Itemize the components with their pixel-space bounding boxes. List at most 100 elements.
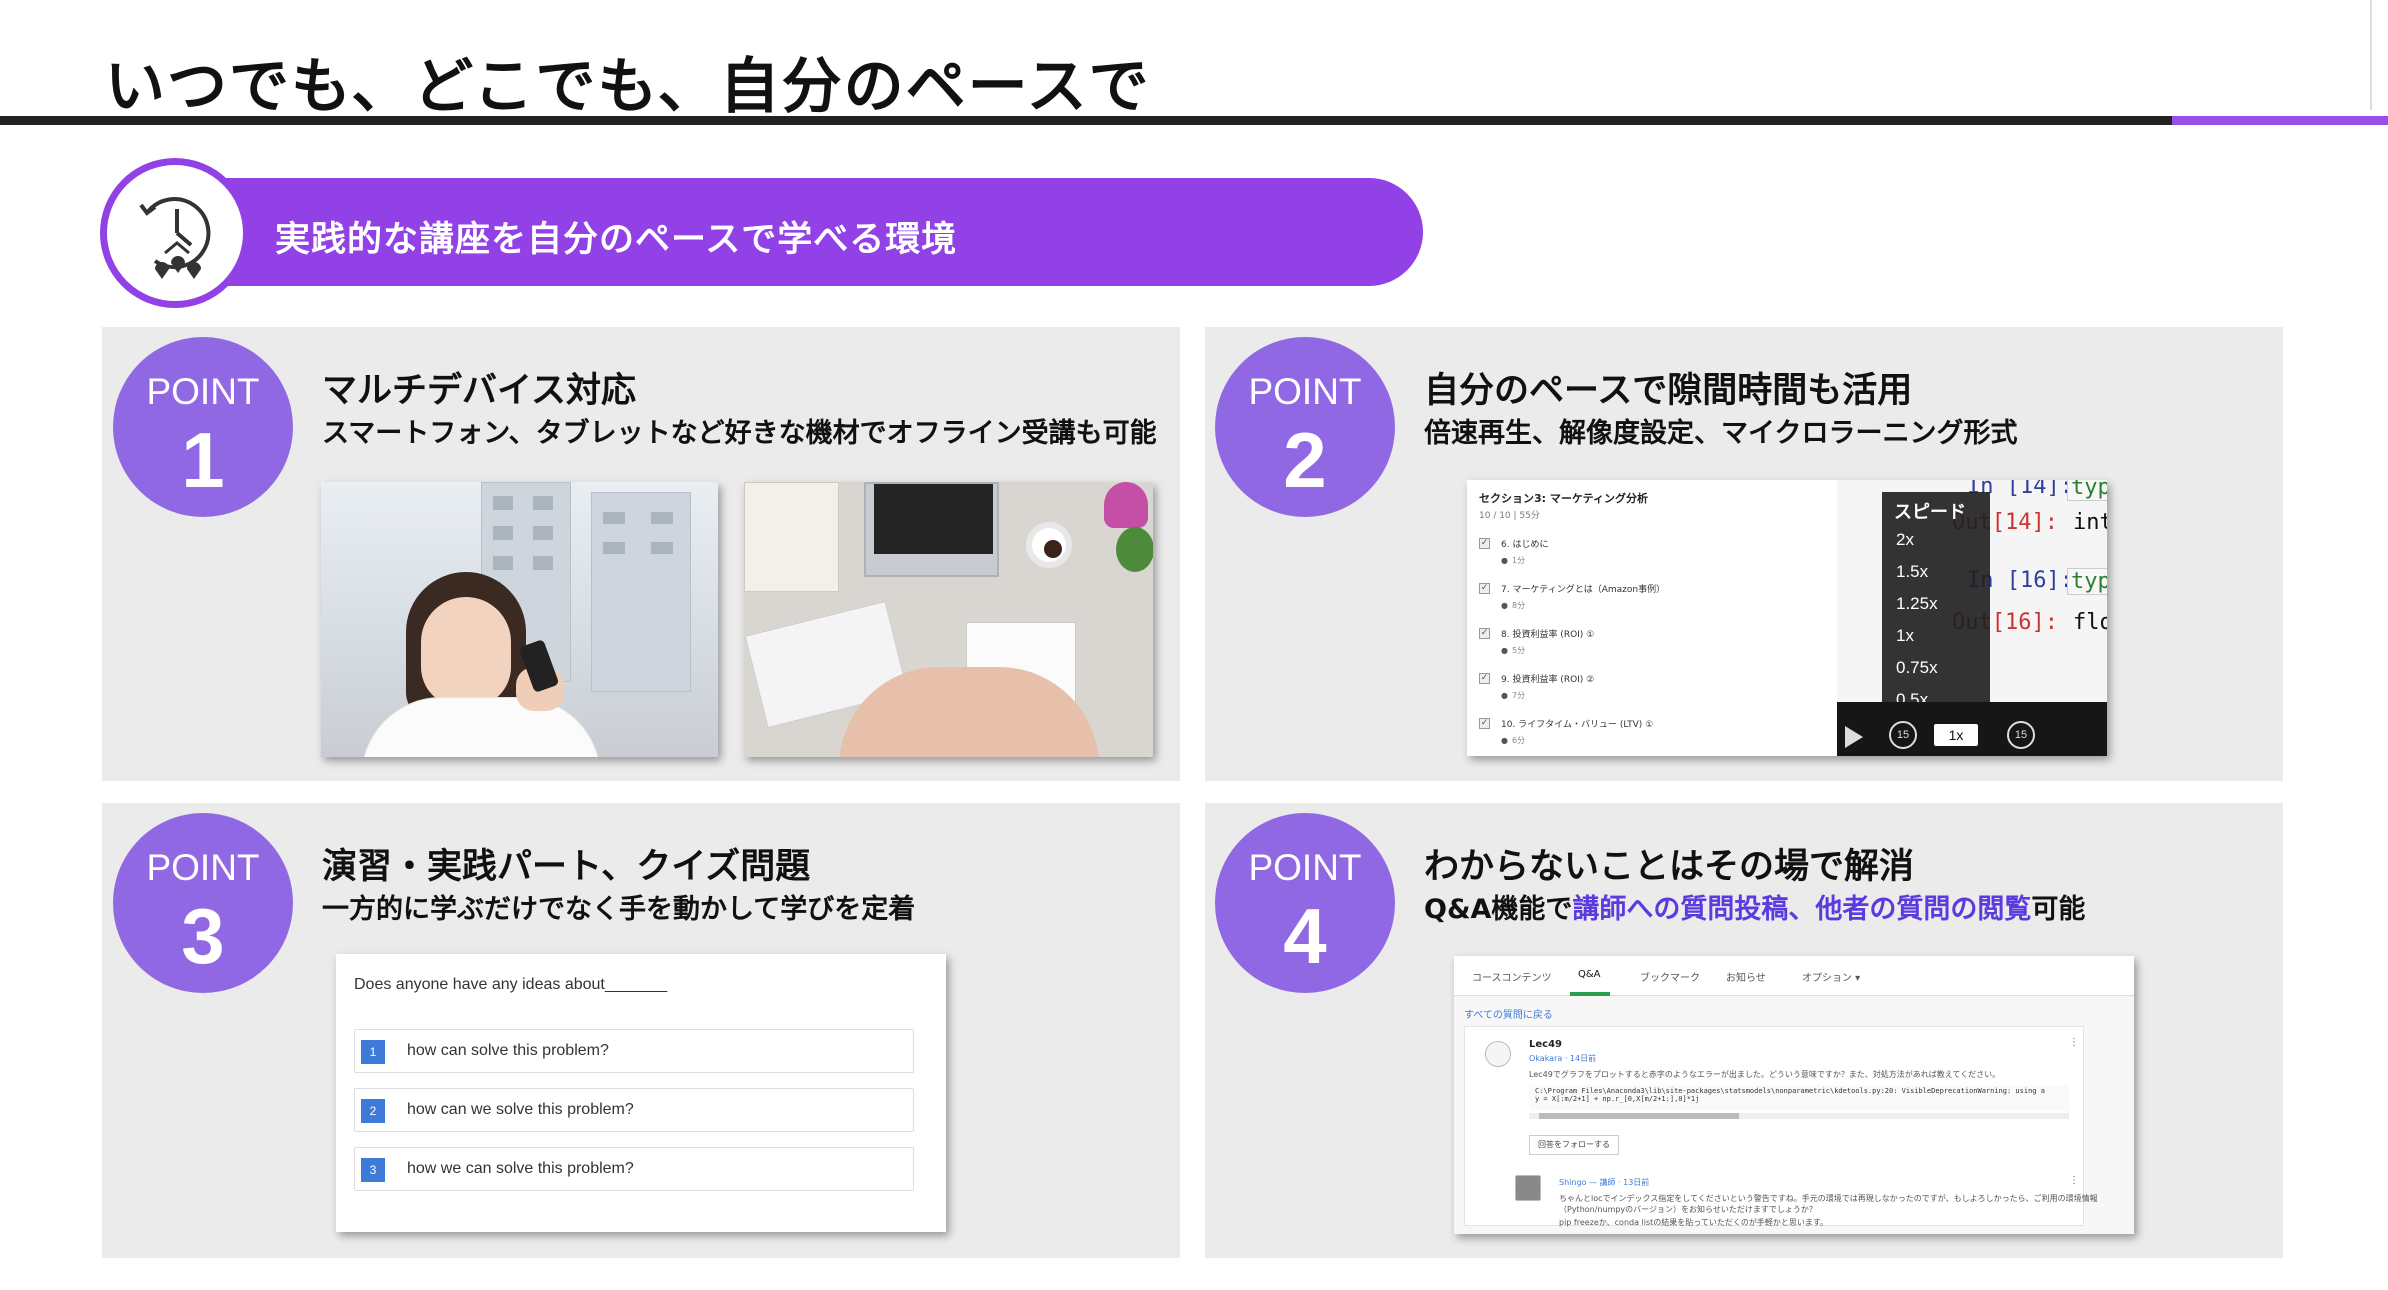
lecture-duration: 8分 xyxy=(1501,600,1525,611)
point-subtitle: Q&A機能で講師への質問投稿、他者の質問の閲覧可能 xyxy=(1424,887,2085,926)
forward-icon[interactable]: 15 xyxy=(2007,721,2035,749)
answer-body: pip freezeか、conda listの結果を貼っていただくのが手軽かと思… xyxy=(1559,1218,1829,1227)
title-divider xyxy=(0,116,2172,125)
lecture-duration: 1分 xyxy=(1501,555,1525,566)
lecture-label: 9. 投資利益率 (ROI) ② xyxy=(1501,675,1595,685)
answer-body: ちゃんとlocでインデックス指定をしてくださいという警告ですね。手元の環境では再… xyxy=(1559,1194,2098,1203)
lecture-item[interactable]: ✓ 6. はじめに 1分 xyxy=(1479,536,1829,578)
back-to-all-questions-link[interactable]: すべての質問に戻る xyxy=(1464,1006,1553,1021)
option-text: how we can solve this problem? xyxy=(407,1160,634,1177)
checkbox-icon[interactable]: ✓ xyxy=(1479,583,1490,594)
checkbox-icon[interactable]: ✓ xyxy=(1479,718,1490,729)
point-badge-3: POINT 3 xyxy=(113,813,293,993)
option-number: 3 xyxy=(361,1158,385,1182)
quiz-screenshot: Does anyone have any ideas about_______ … xyxy=(336,954,946,1232)
tab-bookmarks[interactable]: ブックマーク xyxy=(1640,969,1700,984)
more-options-icon[interactable]: ⋮ xyxy=(2069,1175,2079,1186)
horizontal-scrollbar[interactable] xyxy=(1529,1113,2069,1119)
subtitle-highlight: 講師への質問投稿、他者の質問の閲覧 xyxy=(1572,894,2032,925)
tab-qa[interactable]: Q&A xyxy=(1578,969,1601,980)
point-title: マルチデバイス対応 xyxy=(322,371,636,411)
speed-option[interactable]: 1.25x xyxy=(1896,594,1938,614)
speed-option[interactable]: 1.5x xyxy=(1896,562,1928,582)
quiz-option[interactable]: 2 how can we solve this problem? xyxy=(354,1088,914,1132)
lecture-duration: 5分 xyxy=(1501,645,1525,656)
avatar xyxy=(1485,1041,1511,1067)
checkbox-icon[interactable]: ✓ xyxy=(1479,538,1490,549)
question-body: Lec49でグラフをプロットすると赤字のようなエラーが出ました。どういう意味です… xyxy=(1529,1070,2001,1079)
point-number: 2 xyxy=(1283,416,1327,504)
lecture-label: 10. ライフタイム・バリュー (LTV) ① xyxy=(1501,720,1654,730)
option-text: how can we solve this problem? xyxy=(407,1101,634,1118)
quiz-option[interactable]: 1 how can solve this problem? xyxy=(354,1029,914,1073)
active-tab-indicator xyxy=(1570,992,1610,996)
option-number: 2 xyxy=(361,1099,385,1123)
point-badge-4: POINT 4 xyxy=(1215,813,1395,993)
point-badge-1: POINT 1 xyxy=(113,337,293,517)
point-badge-2: POINT 2 xyxy=(1215,337,1395,517)
tab-course-content[interactable]: コースコンテンツ xyxy=(1472,969,1552,984)
speed-option[interactable]: 2x xyxy=(1896,530,1914,550)
curriculum-list: セクション3: マーケティング分析 10 / 10 | 55分 ✓ 6. はじめ… xyxy=(1467,480,1837,756)
speed-option[interactable]: 0.75x xyxy=(1896,658,1938,678)
instructor-avatar xyxy=(1515,1175,1541,1201)
speed-menu-title: スピード xyxy=(1894,502,1966,523)
rewind-icon[interactable]: 15 xyxy=(1889,721,1917,749)
checkbox-icon[interactable]: ✓ xyxy=(1479,628,1490,639)
speed-option[interactable]: 1x xyxy=(1896,626,1914,646)
point-number: 3 xyxy=(181,892,225,980)
edge-line xyxy=(2370,0,2372,110)
subtitle-post: 可能 xyxy=(2031,894,2086,925)
lecture-label: 7. マーケティングとは（Amazon事例） xyxy=(1501,585,1666,595)
question-title: Lec49 xyxy=(1529,1039,1562,1050)
quiz-question: Does anyone have any ideas about_______ xyxy=(354,976,668,993)
point-subtitle: 倍速再生、解像度設定、マイクロラーニング形式 xyxy=(1424,418,2018,449)
tab-options[interactable]: オプション ▾ xyxy=(1802,969,1860,984)
lecture-duration: 7分 xyxy=(1501,690,1525,701)
playback-rate-button[interactable]: 1x xyxy=(1934,724,1978,746)
point-label: POINT xyxy=(146,847,260,888)
lecture-item[interactable]: ✓ 8. 投資利益率 (ROI) ① 5分 xyxy=(1479,626,1829,668)
code-int: int xyxy=(2073,510,2107,535)
qa-screenshot: コースコンテンツ Q&A ブックマーク お知らせ オプション ▾ すべての質問に… xyxy=(1454,956,2134,1234)
smartphone-photo xyxy=(321,482,718,757)
question-meta[interactable]: Okakara · 14日前 xyxy=(1529,1053,1596,1064)
point-label: POINT xyxy=(1248,847,1362,888)
lecture-item[interactable]: ✓ 10. ライフタイム・バリュー (LTV) ① 6分 xyxy=(1479,716,1829,756)
checkbox-icon[interactable]: ✓ xyxy=(1479,673,1490,684)
point-number: 4 xyxy=(1283,892,1327,980)
point-title: 自分のペースで隙間時間も活用 xyxy=(1424,371,1913,411)
lecture-label: 6. はじめに xyxy=(1501,540,1549,550)
banner-icon-circle xyxy=(100,158,250,308)
video-player[interactable]: In [14]: typ Out[14]: int In [16]: typ O… xyxy=(1837,480,2107,756)
follow-answers-button[interactable]: 回答をフォローする xyxy=(1529,1135,1619,1155)
more-options-icon[interactable]: ⋮ xyxy=(2069,1037,2079,1048)
option-text: how can solve this problem? xyxy=(407,1042,609,1059)
point-title: 演習・実践パート、クイズ問題 xyxy=(322,847,811,887)
subtitle-pre: Q&A機能で xyxy=(1424,894,1573,925)
point-title: わからないことはその場で解消 xyxy=(1424,847,1915,887)
lecture-label: 8. 投資利益率 (ROI) ① xyxy=(1501,630,1595,640)
code-float: floa xyxy=(2073,610,2107,635)
title-divider-accent xyxy=(2172,116,2388,125)
qa-tab-bar: コースコンテンツ Q&A ブックマーク お知らせ オプション ▾ xyxy=(1454,956,2134,996)
player-controls: 15 1x 15 xyxy=(1837,702,2107,756)
lecture-duration: 6分 xyxy=(1501,735,1525,746)
speed-menu[interactable]: スピード 2x 1.5x 1.25x 1x 0.75x 0.5x xyxy=(1882,492,1990,728)
lecture-item[interactable]: ✓ 7. マーケティングとは（Amazon事例） 8分 xyxy=(1479,581,1829,623)
point-label: POINT xyxy=(146,371,260,412)
play-icon[interactable] xyxy=(1845,726,1863,748)
code-line: y = X[:m/2+1] + np.r_[0,X[m/2+1:],0]*1j xyxy=(1535,1095,1700,1103)
tab-announcements[interactable]: お知らせ xyxy=(1726,969,1766,984)
course-player-screenshot: セクション3: マーケティング分析 10 / 10 | 55分 ✓ 6. はじめ… xyxy=(1467,480,2107,756)
section-title: セクション3: マーケティング分析 xyxy=(1479,492,1649,505)
answer-meta[interactable]: Shingo — 講師 · 13日前 xyxy=(1559,1177,1649,1188)
point-number: 1 xyxy=(181,416,225,504)
lecture-item[interactable]: ✓ 9. 投資利益率 (ROI) ② 7分 xyxy=(1479,671,1829,713)
code-type-box: typ xyxy=(2067,568,2107,595)
quiz-option[interactable]: 3 how we can solve this problem? xyxy=(354,1147,914,1191)
option-number: 1 xyxy=(361,1040,385,1064)
section-progress: 10 / 10 | 55分 xyxy=(1479,511,1540,521)
code-type-box: typ xyxy=(2067,480,2107,501)
question-code: C:\Program Files\Anaconda3\lib\site-pack… xyxy=(1529,1085,2069,1111)
